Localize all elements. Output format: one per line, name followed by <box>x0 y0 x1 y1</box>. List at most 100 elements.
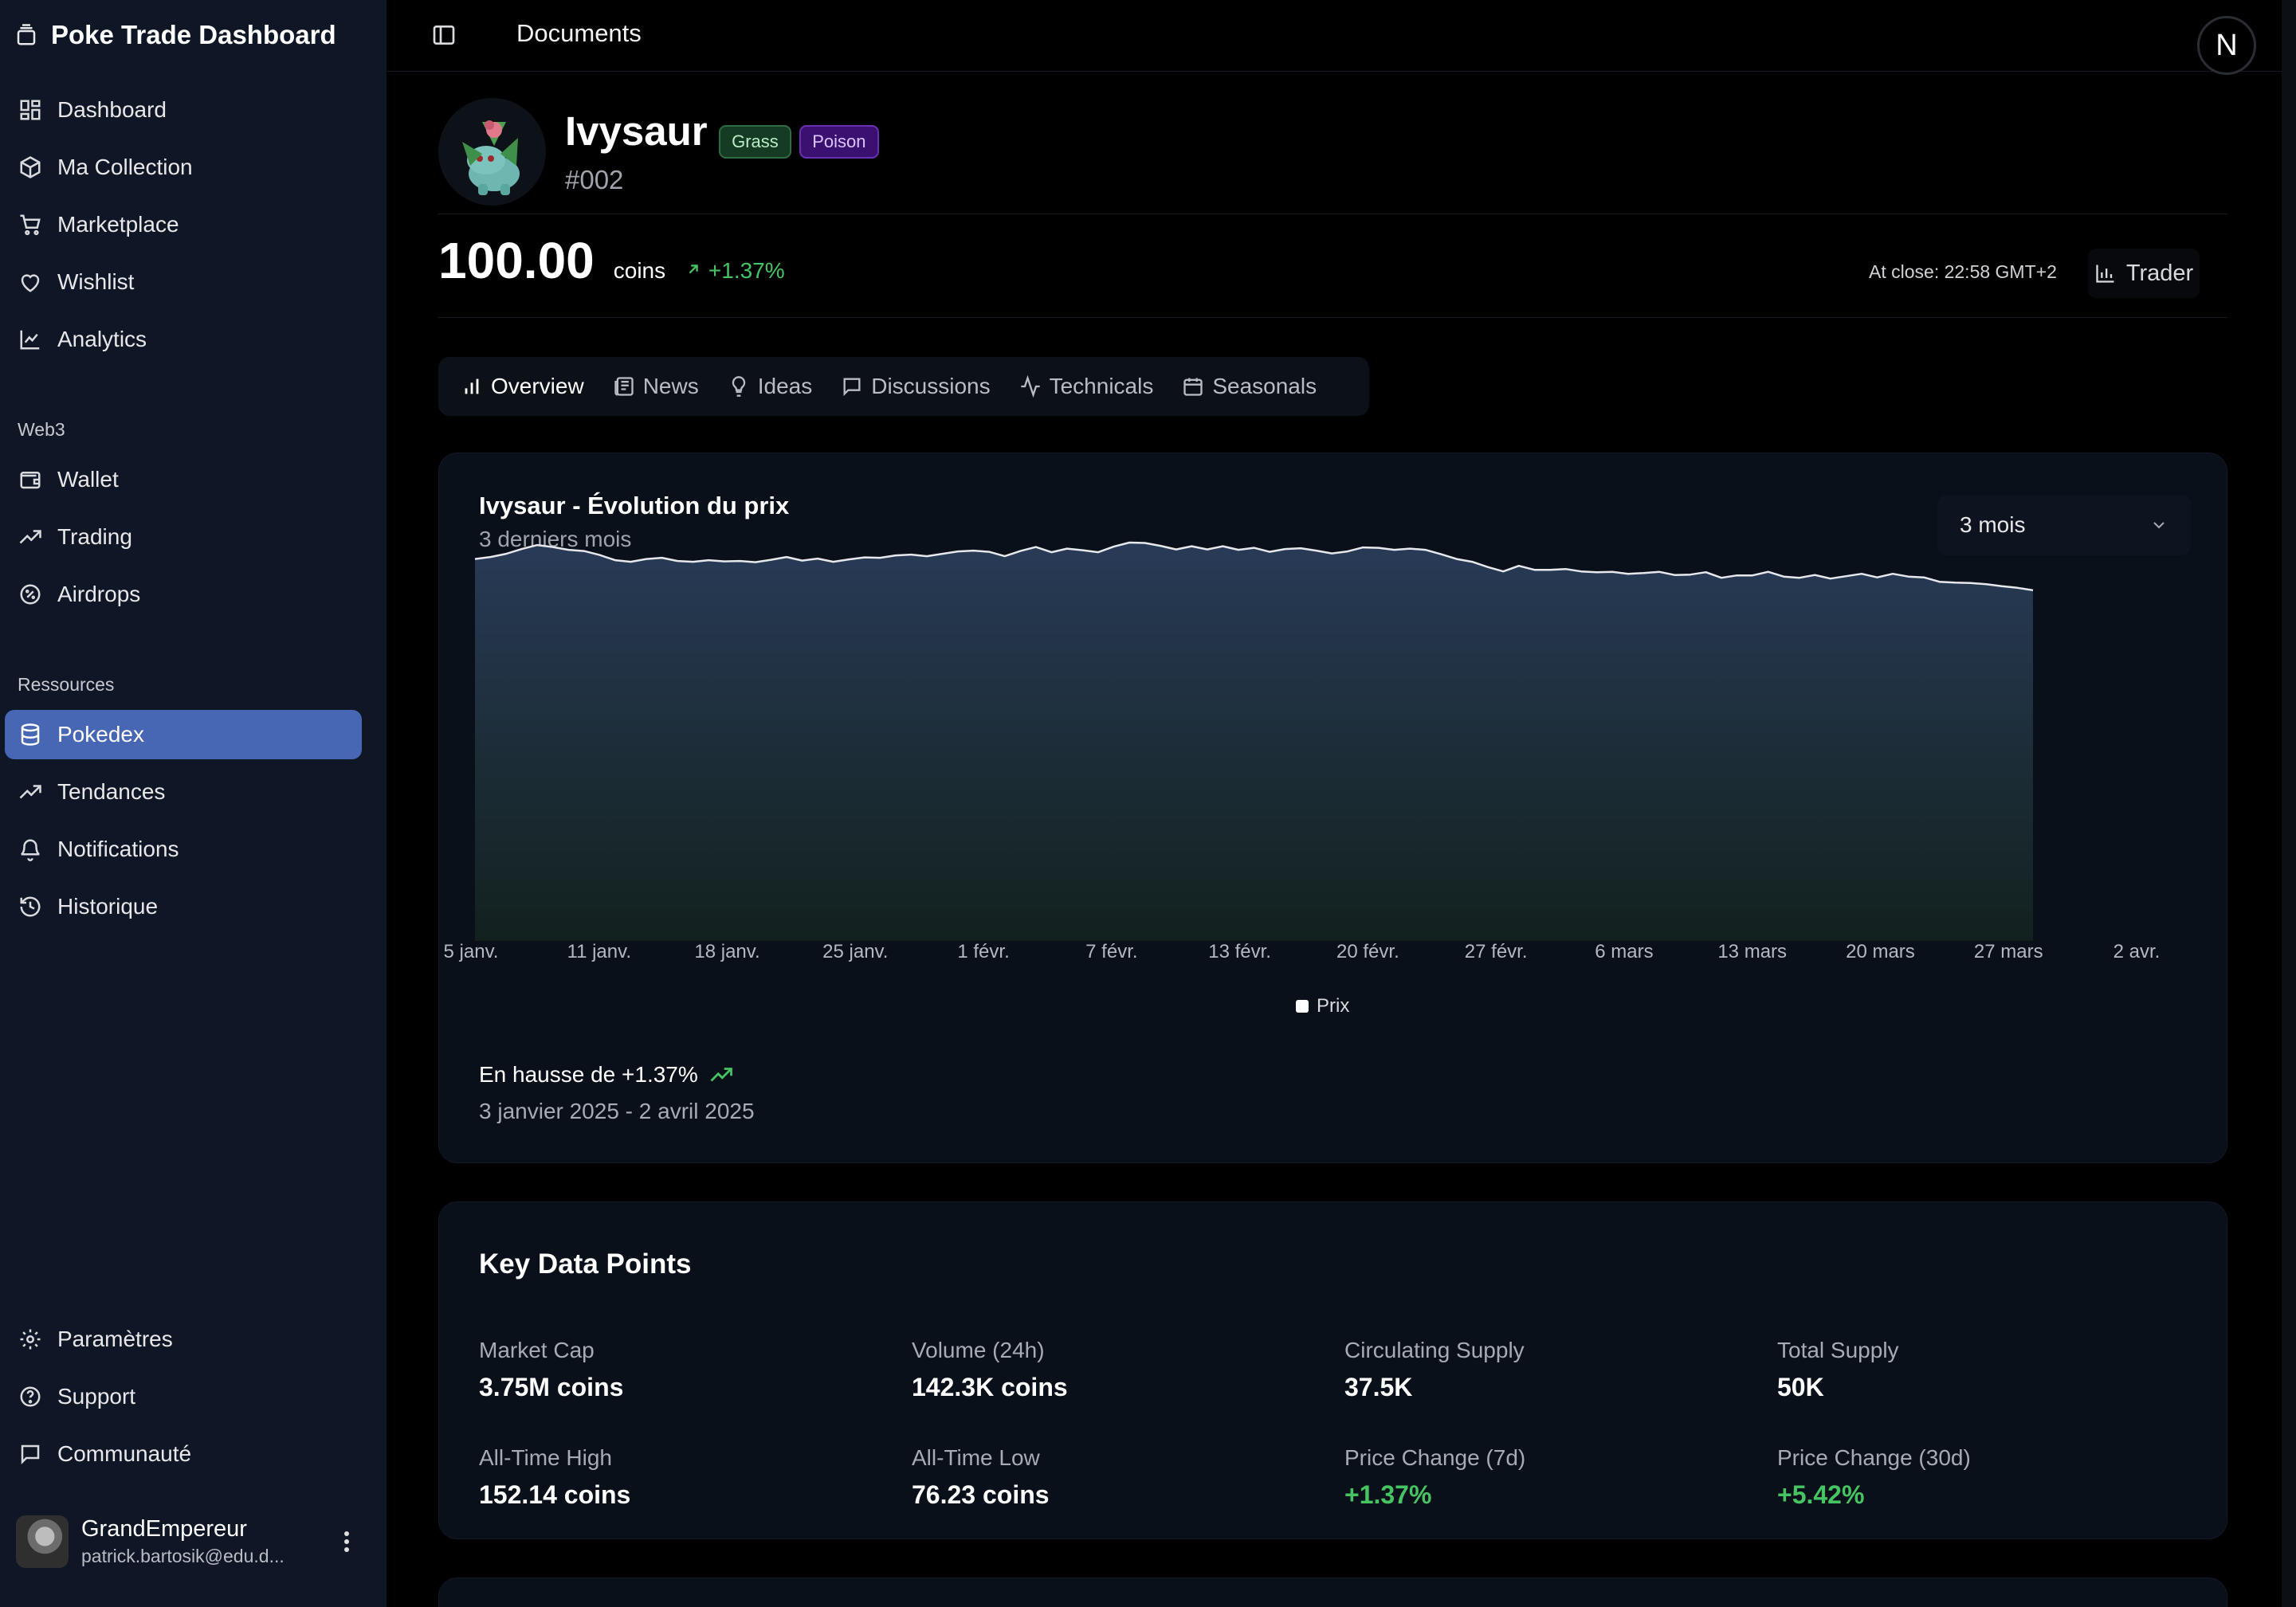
key-data-card: Key Data Points Market Cap 3.75M coins V… <box>438 1201 2227 1539</box>
user-name: GrandEmpereur <box>81 1516 247 1542</box>
x-tick-label: 13 févr. <box>1208 941 1271 962</box>
gear-icon <box>18 1327 43 1352</box>
pokemon-header: Ivysaur Grass Poison #002 <box>438 96 879 207</box>
sidebar-item-label: Communauté <box>57 1441 192 1466</box>
price-area-chart <box>474 541 2034 941</box>
pokemon-name: Ivysaur <box>565 108 708 155</box>
sidebar-item-label: Wallet <box>57 467 119 492</box>
stat-label: Volume (24h) <box>912 1338 1045 1362</box>
price-value: 100.00 <box>438 232 595 289</box>
sidebar-item-wishlist[interactable]: Wishlist <box>5 257 362 307</box>
stat-all-time-low: All-Time Low 76.23 coins <box>912 1445 1344 1510</box>
sidebar-item-dashboard[interactable]: Dashboard <box>5 85 362 135</box>
tab-ideas[interactable]: Ideas <box>716 364 827 409</box>
stat-total-supply: Total Supply 50K <box>1777 1338 2210 1402</box>
more-vertical-icon[interactable] <box>335 1526 359 1558</box>
chart-title: Ivysaur - Évolution du prix <box>479 492 790 519</box>
badge-percent-icon <box>18 582 43 607</box>
stat-price-change-30d: Price Change (30d) +5.42% <box>1777 1445 2210 1510</box>
line-chart-icon <box>18 327 43 352</box>
cart-icon <box>18 212 43 237</box>
sidebar-item-collection[interactable]: Ma Collection <box>5 143 362 192</box>
tab-technicals[interactable]: Technicals <box>1008 364 1168 409</box>
trending-up-icon <box>18 524 43 550</box>
message-icon <box>18 1441 43 1467</box>
x-tick-label: 2 avr. <box>2113 941 2161 962</box>
tab-label: Seasonals <box>1212 374 1317 398</box>
trader-button[interactable]: Trader <box>2088 249 2200 298</box>
price-row: 100.00 coins +1.37% <box>438 231 785 295</box>
x-tick-label: 20 févr. <box>1336 941 1399 962</box>
sidebar-item-historique[interactable]: Historique <box>5 882 362 931</box>
price-change: +1.37% <box>685 258 785 284</box>
price-change-value: +1.37% <box>708 258 785 283</box>
tab-bar: Overview News Ideas Discussions Technica… <box>438 357 1369 416</box>
account-avatar[interactable]: N <box>2197 16 2256 75</box>
sidebar-item-label: Trading <box>57 524 132 549</box>
x-tick-label: 11 janv. <box>567 941 632 962</box>
tab-label: Ideas <box>757 374 813 398</box>
sidebar-item-community[interactable]: Communauté <box>5 1429 362 1479</box>
stat-label: All-Time High <box>479 1445 612 1470</box>
sidebar-item-label: Notifications <box>57 837 179 861</box>
sidebar-item-label: Pokedex <box>57 722 144 747</box>
page-title: Documents <box>516 19 642 47</box>
sidebar-item-airdrops[interactable]: Airdrops <box>5 570 362 619</box>
x-tick-label: 6 mars <box>1595 941 1654 962</box>
sidebar-toggle-icon[interactable] <box>426 19 461 51</box>
tab-discussions[interactable]: Discussions <box>830 364 1004 409</box>
avatar <box>16 1515 69 1568</box>
database-icon <box>18 722 43 747</box>
stat-label: Circulating Supply <box>1344 1338 1525 1362</box>
sidebar-item-marketplace[interactable]: Marketplace <box>5 200 362 249</box>
sidebar: Poke Trade Dashboard Dashboard Ma Collec… <box>0 0 387 1607</box>
bar-chart-icon <box>2096 265 2114 283</box>
tab-label: Technicals <box>1049 374 1154 398</box>
message-square-icon <box>843 378 861 397</box>
sidebar-item-analytics[interactable]: Analytics <box>5 315 362 364</box>
x-tick-label: 25 janv. <box>822 941 889 962</box>
sidebar-item-trading[interactable]: Trading <box>5 512 362 562</box>
x-tick-label: 5 janv. <box>443 941 499 962</box>
stat-all-time-high: All-Time High 152.14 coins <box>479 1445 912 1510</box>
tab-news[interactable]: News <box>602 364 713 409</box>
calendar-icon <box>1183 378 1203 396</box>
history-icon <box>18 894 43 919</box>
stat-market-cap: Market Cap 3.75M coins <box>479 1338 912 1402</box>
key-data-title: Key Data Points <box>479 1248 692 1280</box>
sidebar-item-label: Dashboard <box>57 97 167 122</box>
brand[interactable]: Poke Trade Dashboard <box>14 16 336 54</box>
sidebar-item-support[interactable]: Support <box>5 1372 362 1421</box>
sidebar-item-label: Analytics <box>57 327 147 351</box>
user-menu[interactable]: GrandEmpereur patrick.bartosik@edu.d... <box>16 1514 359 1570</box>
x-tick-label: 7 févr. <box>1085 941 1138 962</box>
sidebar-item-label: Marketplace <box>57 212 179 237</box>
trader-label: Trader <box>2125 260 2194 286</box>
price-chart-card: Ivysaur - Évolution du prix 3 derniers m… <box>438 453 2227 1163</box>
stat-label: All-Time Low <box>912 1445 1040 1470</box>
arrow-up-right-icon <box>689 265 698 274</box>
tab-overview[interactable]: Overview <box>449 364 599 409</box>
x-tick-label: 27 févr. <box>1464 941 1528 962</box>
box-icon <box>18 155 43 180</box>
wallet-icon <box>18 467 43 492</box>
x-tick-label: 20 mars <box>1846 941 1915 962</box>
help-circle-icon <box>18 1384 43 1409</box>
heart-icon <box>18 269 43 295</box>
sidebar-item-label: Paramètres <box>57 1327 173 1351</box>
pokemon-number: #002 <box>565 164 624 194</box>
stack-icon <box>14 23 38 47</box>
sidebar-item-pokedex[interactable]: Pokedex <box>5 710 362 759</box>
sidebar-item-wallet[interactable]: Wallet <box>5 455 362 504</box>
sidebar-item-settings[interactable]: Paramètres <box>5 1315 362 1364</box>
grid-icon <box>18 97 43 123</box>
activity-icon <box>1020 375 1040 398</box>
scrollbar[interactable] <box>2282 0 2296 1607</box>
x-tick-label: 1 févr. <box>957 941 1010 962</box>
stat-volume: Volume (24h) 142.3K coins <box>912 1338 1344 1402</box>
sidebar-item-tendances[interactable]: Tendances <box>5 767 362 817</box>
sidebar-item-notifications[interactable]: Notifications <box>5 825 362 874</box>
tab-seasonals[interactable]: Seasonals <box>1171 364 1331 409</box>
stat-label: Price Change (30d) <box>1777 1445 1971 1470</box>
top-bar: Documents N <box>387 0 2296 75</box>
